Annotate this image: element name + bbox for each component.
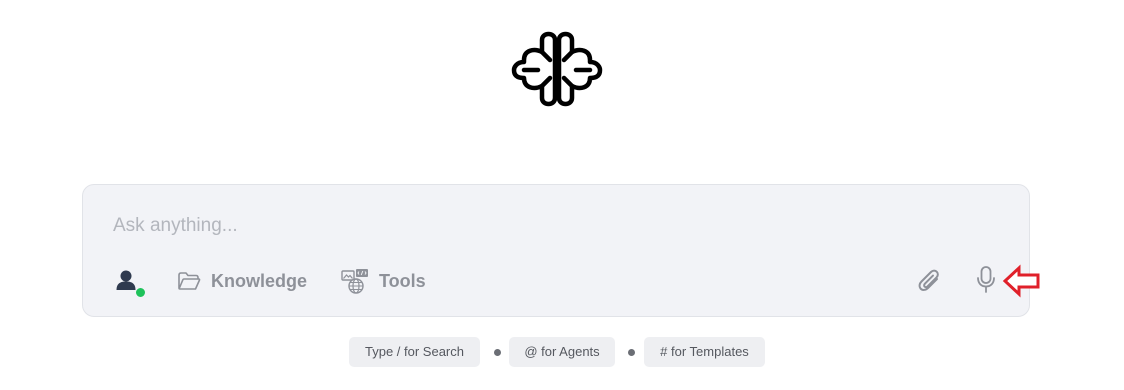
tools-globe-icon bbox=[341, 269, 368, 294]
chat-composer: Knowledge Tools bbox=[82, 184, 1030, 317]
tools-label: Tools bbox=[379, 270, 426, 291]
attach-file-button[interactable] bbox=[917, 267, 943, 295]
hint-separator-dot bbox=[628, 349, 635, 356]
brain-logo-icon bbox=[511, 31, 603, 107]
hint-search: Type / for Search bbox=[349, 337, 480, 367]
paperclip-icon bbox=[918, 269, 939, 291]
hint-templates: # for Templates bbox=[644, 337, 765, 367]
knowledge-button[interactable]: Knowledge bbox=[177, 267, 307, 295]
prompt-input[interactable] bbox=[113, 213, 813, 239]
hint-agents: @ for Agents bbox=[509, 337, 615, 367]
user-avatar-icon bbox=[116, 270, 136, 290]
hint-separator-dot bbox=[494, 349, 501, 356]
red-arrow-left-icon bbox=[1002, 264, 1040, 298]
shortcut-hints: Type / for Search @ for Agents # for Tem… bbox=[0, 337, 1124, 367]
knowledge-label: Knowledge bbox=[211, 270, 308, 291]
agent-selector-button[interactable] bbox=[115, 269, 146, 298]
folder-icon bbox=[178, 272, 201, 290]
microphone-icon bbox=[977, 266, 995, 293]
page: Knowledge Tools bbox=[0, 0, 1124, 390]
tools-button[interactable]: Tools bbox=[341, 267, 426, 295]
online-status-dot bbox=[135, 287, 146, 298]
voice-input-button[interactable] bbox=[975, 265, 997, 295]
